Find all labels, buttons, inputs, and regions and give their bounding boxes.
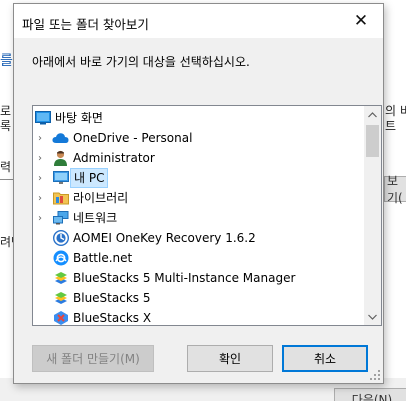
background-link-fragment: 를 [0,53,13,69]
tree-item-administrator[interactable]: › Administrator [33,148,365,168]
tree-item-aomei[interactable]: AOMEI OneKey Recovery 1.6.2 [33,228,365,248]
tree-item-network[interactable]: › 네트워크 [33,208,365,228]
tree-item-bluestacks-multi-instance[interactable]: BlueStacks 5 Multi-Instance Manager [33,268,365,288]
background-browse-button[interactable]: 보기( [384,174,406,205]
desktop-icon [34,110,51,127]
battlenet-app-icon [52,250,69,267]
background-text-fragment: 록 [0,119,12,133]
expand-chevron-icon[interactable]: › [35,208,45,228]
bluestacks-app-icon [52,270,69,287]
tree-item-onedrive[interactable]: › OneDrive - Personal [33,128,365,148]
background-text-fragment: 력 [0,160,12,174]
folder-tree[interactable]: 바탕 화면 › OneDrive - Personal › Administra… [32,105,382,326]
cancel-button[interactable]: 취소 [282,345,368,372]
background-input-underline [0,179,13,180]
tree-item-label: BlueStacks X [73,311,152,325]
tree-item-bluestacks-5[interactable]: BlueStacks 5 [33,288,365,308]
browse-dialog: 파일 또는 폴더 찾아보기 ✕ 아래에서 바로 가기의 대상을 선택하십시오. … [13,3,384,384]
tree-item-libraries[interactable]: › 라이브러리 [33,188,365,208]
bluestacks-app-icon [52,290,69,307]
scroll-up-button[interactable] [364,106,381,123]
new-folder-button[interactable]: 새 폴더 만들기(M) [32,345,154,372]
onedrive-cloud-icon [52,130,69,147]
tree-item-label: BlueStacks 5 Multi-Instance Manager [73,271,296,285]
background-next-button[interactable]: 다음(N) [334,388,406,401]
tree-item-bluestacks-x[interactable]: BlueStacks X [33,308,365,325]
expand-chevron-icon[interactable]: › [35,188,45,208]
tree-vertical-scrollbar[interactable] [364,106,381,325]
expand-chevron-icon[interactable]: › [35,128,45,148]
dialog-titlebar[interactable]: 파일 또는 폴더 찾아보기 ✕ [14,4,383,38]
resize-grip-icon[interactable] [370,370,380,380]
scroll-down-button[interactable] [364,308,381,325]
scroll-thumb[interactable] [366,125,379,157]
tree-item-label: Battle.net [73,251,133,265]
aomei-app-icon [52,230,69,247]
tree-item-label: AOMEI OneKey Recovery 1.6.2 [73,231,256,245]
tree-item-battlenet[interactable]: Battle.net [33,248,365,268]
ok-button[interactable]: 확인 [187,345,273,372]
tree-item-label: 네트워크 [73,211,118,225]
tree-item-label: 바탕 화면 [55,111,103,125]
background-text-fragment: 트 [385,119,397,133]
library-folder-icon [52,190,69,207]
tree-item-label: Administrator [73,151,155,165]
network-icon [52,210,69,227]
close-button[interactable]: ✕ [339,4,383,38]
tree-item-label-selected: 내 PC [70,168,109,188]
close-icon: ✕ [353,11,369,31]
tree-item-this-pc[interactable]: › 내 PC [33,168,365,188]
chevron-up-icon [368,111,377,117]
monitor-icon [52,170,69,187]
expand-chevron-icon[interactable]: › [35,148,45,168]
bluestacks-x-app-icon [52,310,69,325]
tree-item-label: 라이브러리 [73,191,129,205]
user-icon [52,150,69,167]
tree-item-desktop[interactable]: 바탕 화면 [33,108,365,128]
dialog-title: 파일 또는 폴더 찾아보기 [22,17,149,32]
instruction-text: 아래에서 바로 가기의 대상을 선택하십시오. [32,55,250,69]
chevron-down-icon [368,314,377,320]
expand-chevron-icon[interactable]: › [35,168,45,188]
tree-item-label: OneDrive - Personal [73,131,193,145]
tree-item-label: BlueStacks 5 [73,291,151,305]
